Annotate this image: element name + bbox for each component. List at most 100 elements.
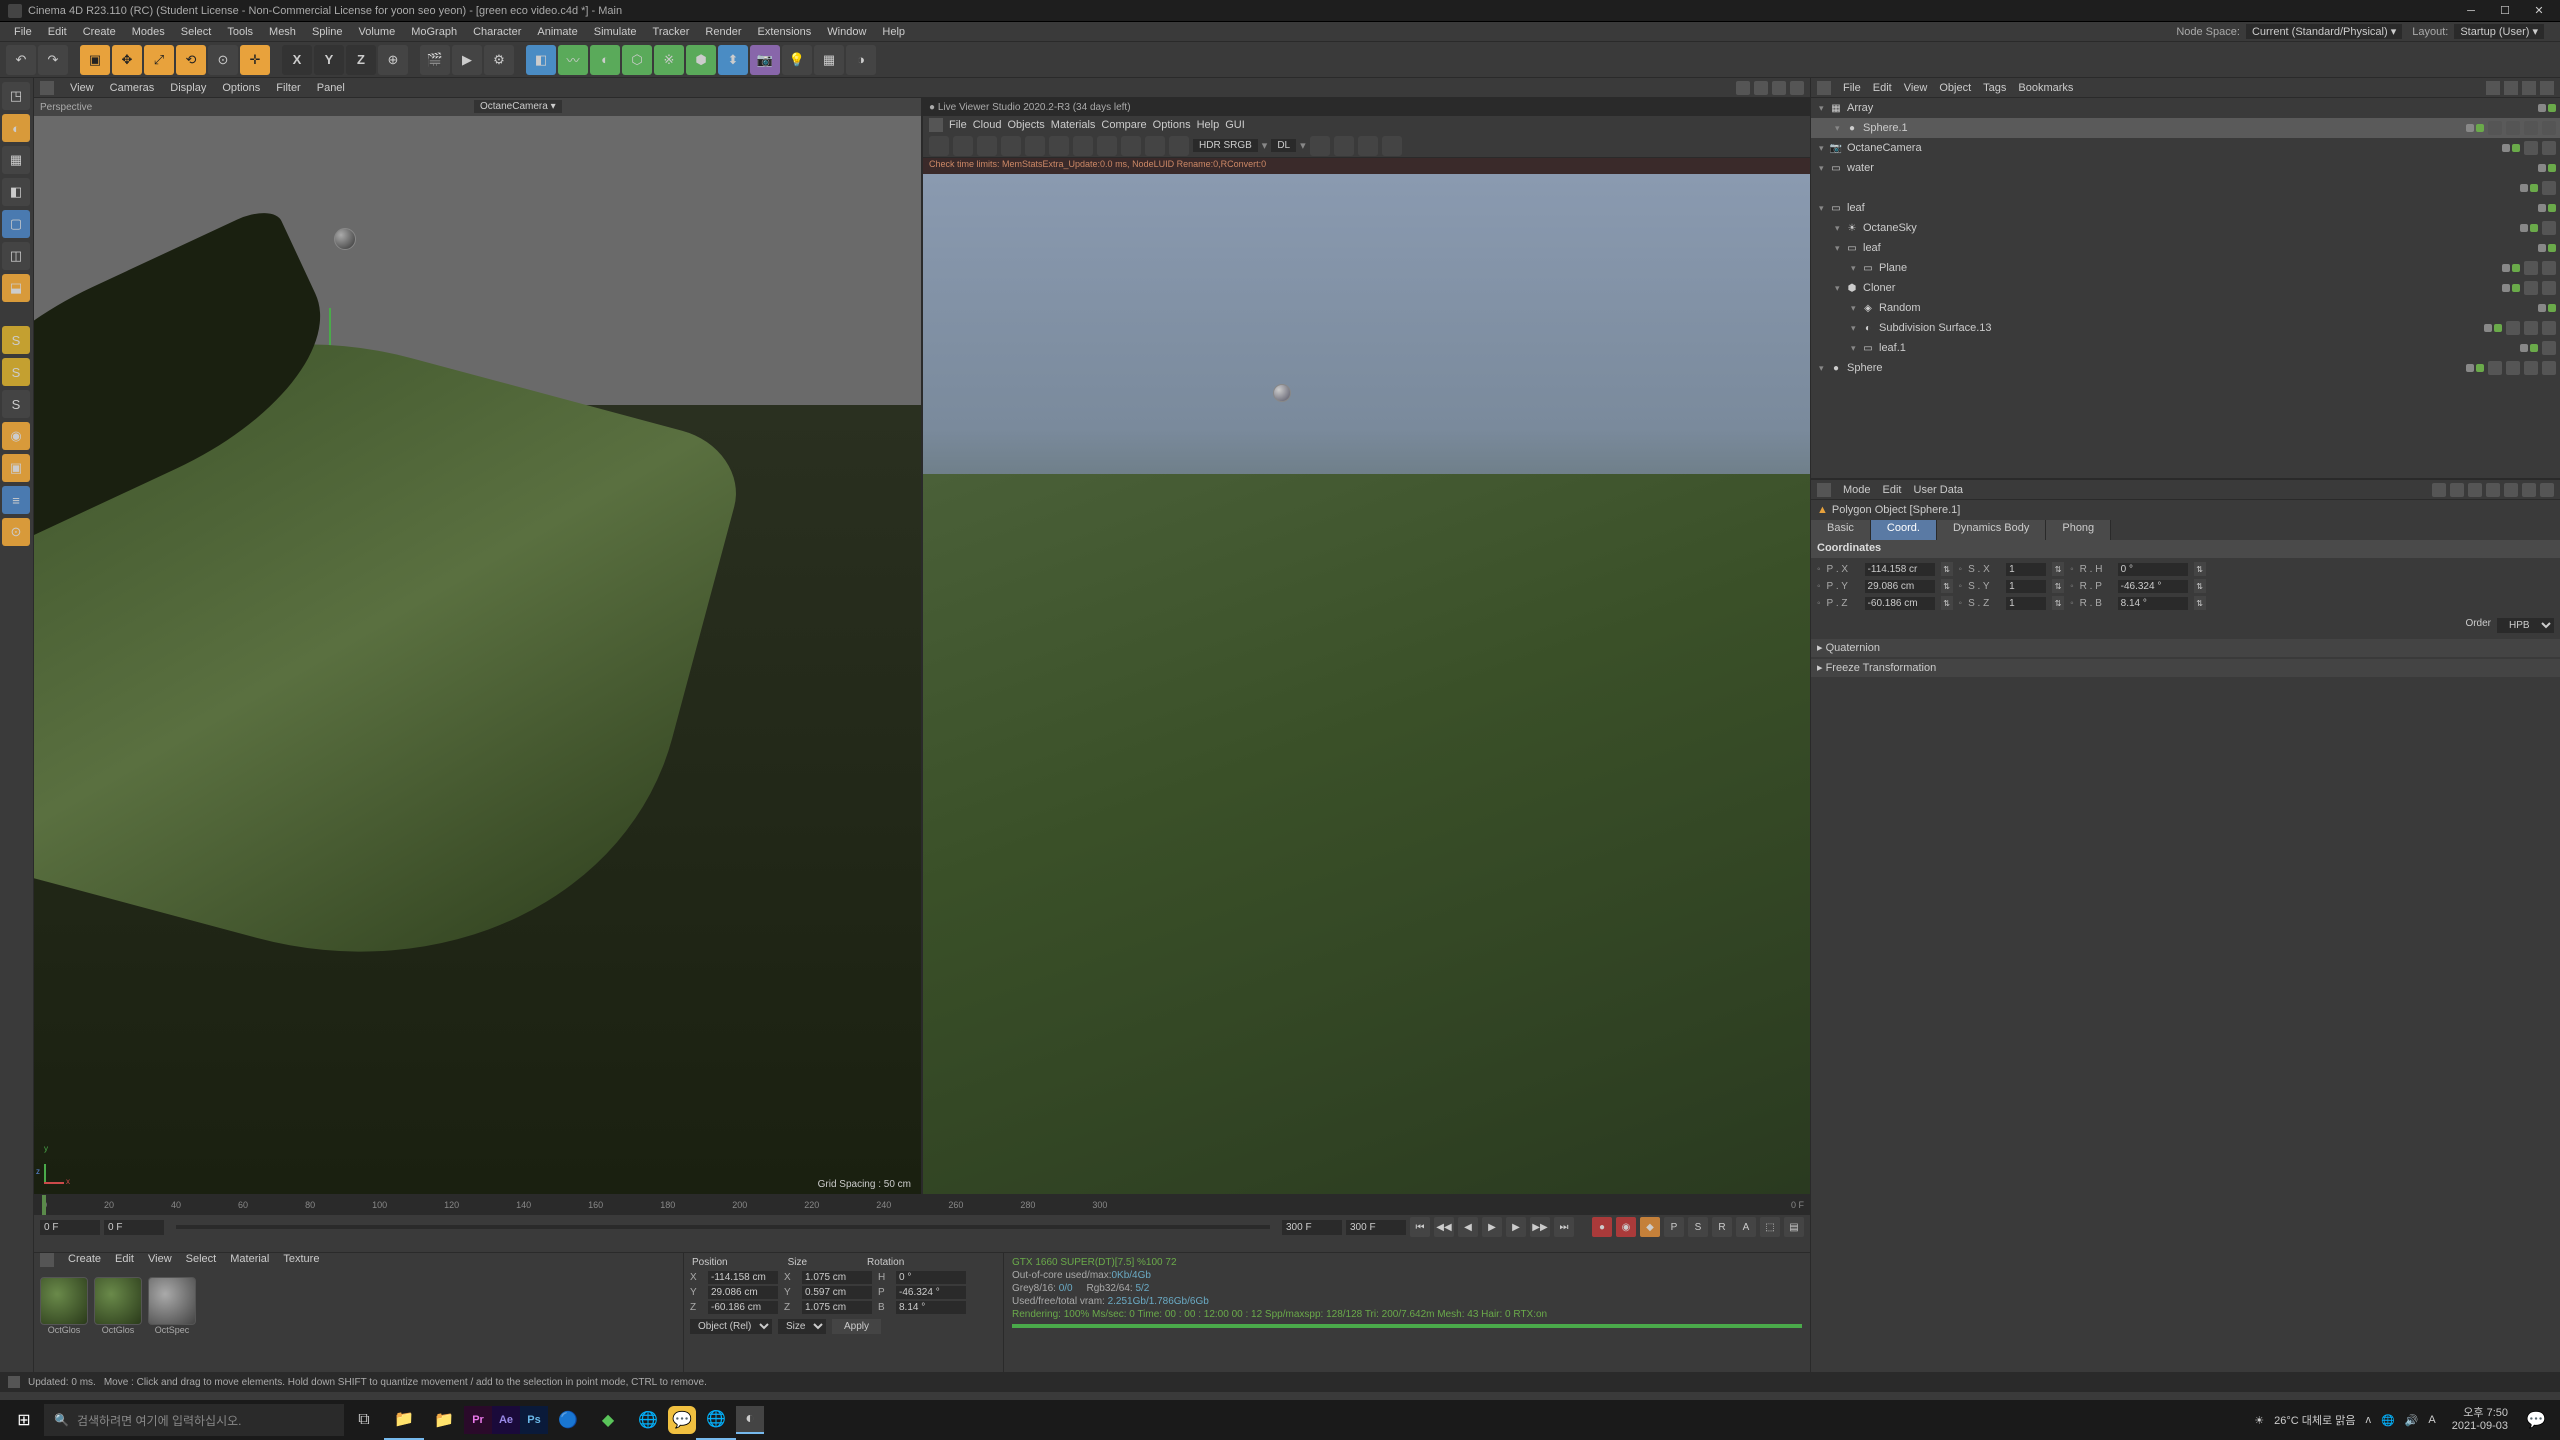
lv-send-scene[interactable] (929, 136, 949, 156)
tree-row[interactable]: ▾▭leaf (1811, 238, 2560, 258)
layout-select[interactable]: Startup (User) ▾ (2454, 24, 2544, 39)
tree-row[interactable]: ▾◈Random (1811, 298, 2560, 318)
tree-row[interactable]: ▾☀OctaneSky (1811, 218, 2560, 238)
kakao-icon[interactable]: 💬 (668, 1406, 696, 1434)
tl-end-frame[interactable] (1346, 1220, 1406, 1235)
tl-next-frame[interactable]: ▶ (1506, 1217, 1526, 1237)
obj-layer-icon[interactable] (2522, 81, 2536, 95)
tl-key-rot[interactable]: R (1712, 1217, 1732, 1237)
lv-copy[interactable] (1334, 136, 1354, 156)
y-axis-toggle[interactable]: Y (314, 45, 344, 75)
mat-menu-create[interactable]: Create (68, 1253, 101, 1271)
lv-dl-select[interactable]: DL (1271, 139, 1296, 152)
coord-apply-button[interactable]: Apply (832, 1319, 881, 1334)
enable-axis[interactable]: S (2, 326, 30, 354)
tree-row[interactable]: ▾📷OctaneCamera (1811, 138, 2560, 158)
tree-row[interactable] (1811, 178, 2560, 198)
obj-toggle[interactable] (1817, 81, 1831, 95)
scale-tool[interactable]: ⤢ (144, 45, 174, 75)
coord-size-select[interactable]: Size (778, 1319, 826, 1334)
taskbar-search[interactable]: 🔍 검색하려면 여기에 입력하십시오. (44, 1404, 344, 1436)
lv-lock[interactable] (1049, 136, 1069, 156)
vp-nav-4[interactable] (1790, 81, 1804, 95)
scene-tool[interactable]: ⬍ (718, 45, 748, 75)
weather-text[interactable]: 26°C 대체로 맑음 (2274, 1412, 2355, 1428)
attr-freeze-section[interactable]: ▸ Freeze Transformation (1811, 659, 2560, 677)
obj-filter-icon[interactable] (2504, 81, 2518, 95)
app-icon-2[interactable]: ◆ (588, 1400, 628, 1440)
explorer-icon[interactable]: 📁 (384, 1400, 424, 1440)
nodespace-select[interactable]: Current (Standard/Physical) ▾ (2246, 24, 2402, 39)
poly-mode[interactable]: ⬓ (2, 274, 30, 302)
material-thumb[interactable]: OctGlos (94, 1277, 142, 1335)
maximize-button[interactable]: ☐ (2492, 2, 2518, 20)
menu-mesh[interactable]: Mesh (261, 24, 304, 40)
vp-nav-3[interactable] (1772, 81, 1786, 95)
menu-tools[interactable]: Tools (219, 24, 261, 40)
tl-prev-key[interactable]: ◀◀ (1434, 1217, 1454, 1237)
tray-chevron-icon[interactable]: ʌ (2365, 1414, 2371, 1426)
lv-restart[interactable] (953, 136, 973, 156)
obj-menu-object[interactable]: Object (1939, 82, 1971, 94)
coord-mode-select[interactable]: Object (Rel) (690, 1319, 772, 1334)
c4d-taskbar-icon[interactable]: ◐ (736, 1406, 764, 1434)
liveviewer-viewport[interactable] (923, 174, 1810, 1194)
coord-size-z[interactable] (802, 1301, 872, 1314)
x-axis-toggle[interactable]: X (282, 45, 312, 75)
lv-menu-options[interactable]: Options (1153, 119, 1191, 131)
obj-menu-tags[interactable]: Tags (1983, 82, 2006, 94)
tl-goto-start[interactable]: ⏮ (1410, 1217, 1430, 1237)
tl-prev-frame[interactable]: ◀ (1458, 1217, 1478, 1237)
attr-new-icon[interactable] (2522, 483, 2536, 497)
tl-key-more[interactable]: ▤ (1784, 1217, 1804, 1237)
workplane-mode[interactable]: ▦ (2, 146, 30, 174)
menu-mograph[interactable]: MoGraph (403, 24, 465, 40)
obj-menu-view[interactable]: View (1904, 82, 1928, 94)
tl-key-param[interactable]: A (1736, 1217, 1756, 1237)
menu-select[interactable]: Select (173, 24, 220, 40)
lv-settings[interactable] (1025, 136, 1045, 156)
taskbar-clock[interactable]: 오후 7:50 2021-09-03 (2444, 1407, 2516, 1433)
tree-row[interactable]: ▾▭leaf (1811, 198, 2560, 218)
lv-menu-compare[interactable]: Compare (1101, 119, 1146, 131)
deformer-tool[interactable]: ⬡ (622, 45, 652, 75)
tl-play[interactable]: ▶ (1482, 1217, 1502, 1237)
material-thumb[interactable]: OctSpec (148, 1277, 196, 1335)
attr-input[interactable] (1865, 563, 1935, 576)
cube-primitive[interactable]: ◧ (526, 45, 556, 75)
attr-fwd-icon[interactable] (2450, 483, 2464, 497)
render-settings[interactable]: ⚙ (484, 45, 514, 75)
tag-tool[interactable]: ◑ (846, 45, 876, 75)
lv-ab[interactable] (1382, 136, 1402, 156)
close-button[interactable]: ✕ (2526, 2, 2552, 20)
lv-channels[interactable] (1169, 136, 1189, 156)
attr-quaternion-section[interactable]: ▸ Quaternion (1811, 639, 2560, 657)
photoshop-icon[interactable]: Ps (520, 1406, 548, 1434)
object-mode[interactable]: ◧ (2, 178, 30, 206)
tl-key-pla[interactable]: ⬚ (1760, 1217, 1780, 1237)
obj-menu-edit[interactable]: Edit (1873, 82, 1892, 94)
tl-autokey[interactable]: ◉ (1616, 1217, 1636, 1237)
lv-menu-materials[interactable]: Materials (1051, 119, 1096, 131)
coord-pos-y[interactable] (708, 1286, 778, 1299)
lv-pick-focus[interactable] (1145, 136, 1165, 156)
start-button[interactable]: ⊞ (4, 1400, 44, 1440)
obj-search-icon[interactable] (2486, 81, 2500, 95)
undo-button[interactable]: ↶ (6, 45, 36, 75)
coord-rot-b[interactable] (896, 1301, 966, 1314)
coord-system[interactable]: ⊕ (378, 45, 408, 75)
render-region[interactable]: ▶ (452, 45, 482, 75)
tree-row[interactable]: ▾▭water (1811, 158, 2560, 178)
perspective-viewport[interactable]: Perspective OctaneCamera ▾ y x (34, 98, 923, 1194)
attr-menu-userdata[interactable]: User Data (1914, 484, 1964, 496)
tl-scrubber[interactable] (176, 1225, 1270, 1229)
coord-rot-p[interactable] (896, 1286, 966, 1299)
attr-input[interactable] (1865, 597, 1935, 610)
vp-menu-display[interactable]: Display (164, 80, 212, 96)
vp-nav-2[interactable] (1754, 81, 1768, 95)
mat-menu-material[interactable]: Material (230, 1253, 269, 1271)
vp-menu-view[interactable]: View (64, 80, 100, 96)
chrome-icon-2[interactable]: 🌐 (696, 1400, 736, 1440)
axis-lock-tool[interactable]: ✛ (240, 45, 270, 75)
attr-input[interactable] (2118, 580, 2188, 593)
